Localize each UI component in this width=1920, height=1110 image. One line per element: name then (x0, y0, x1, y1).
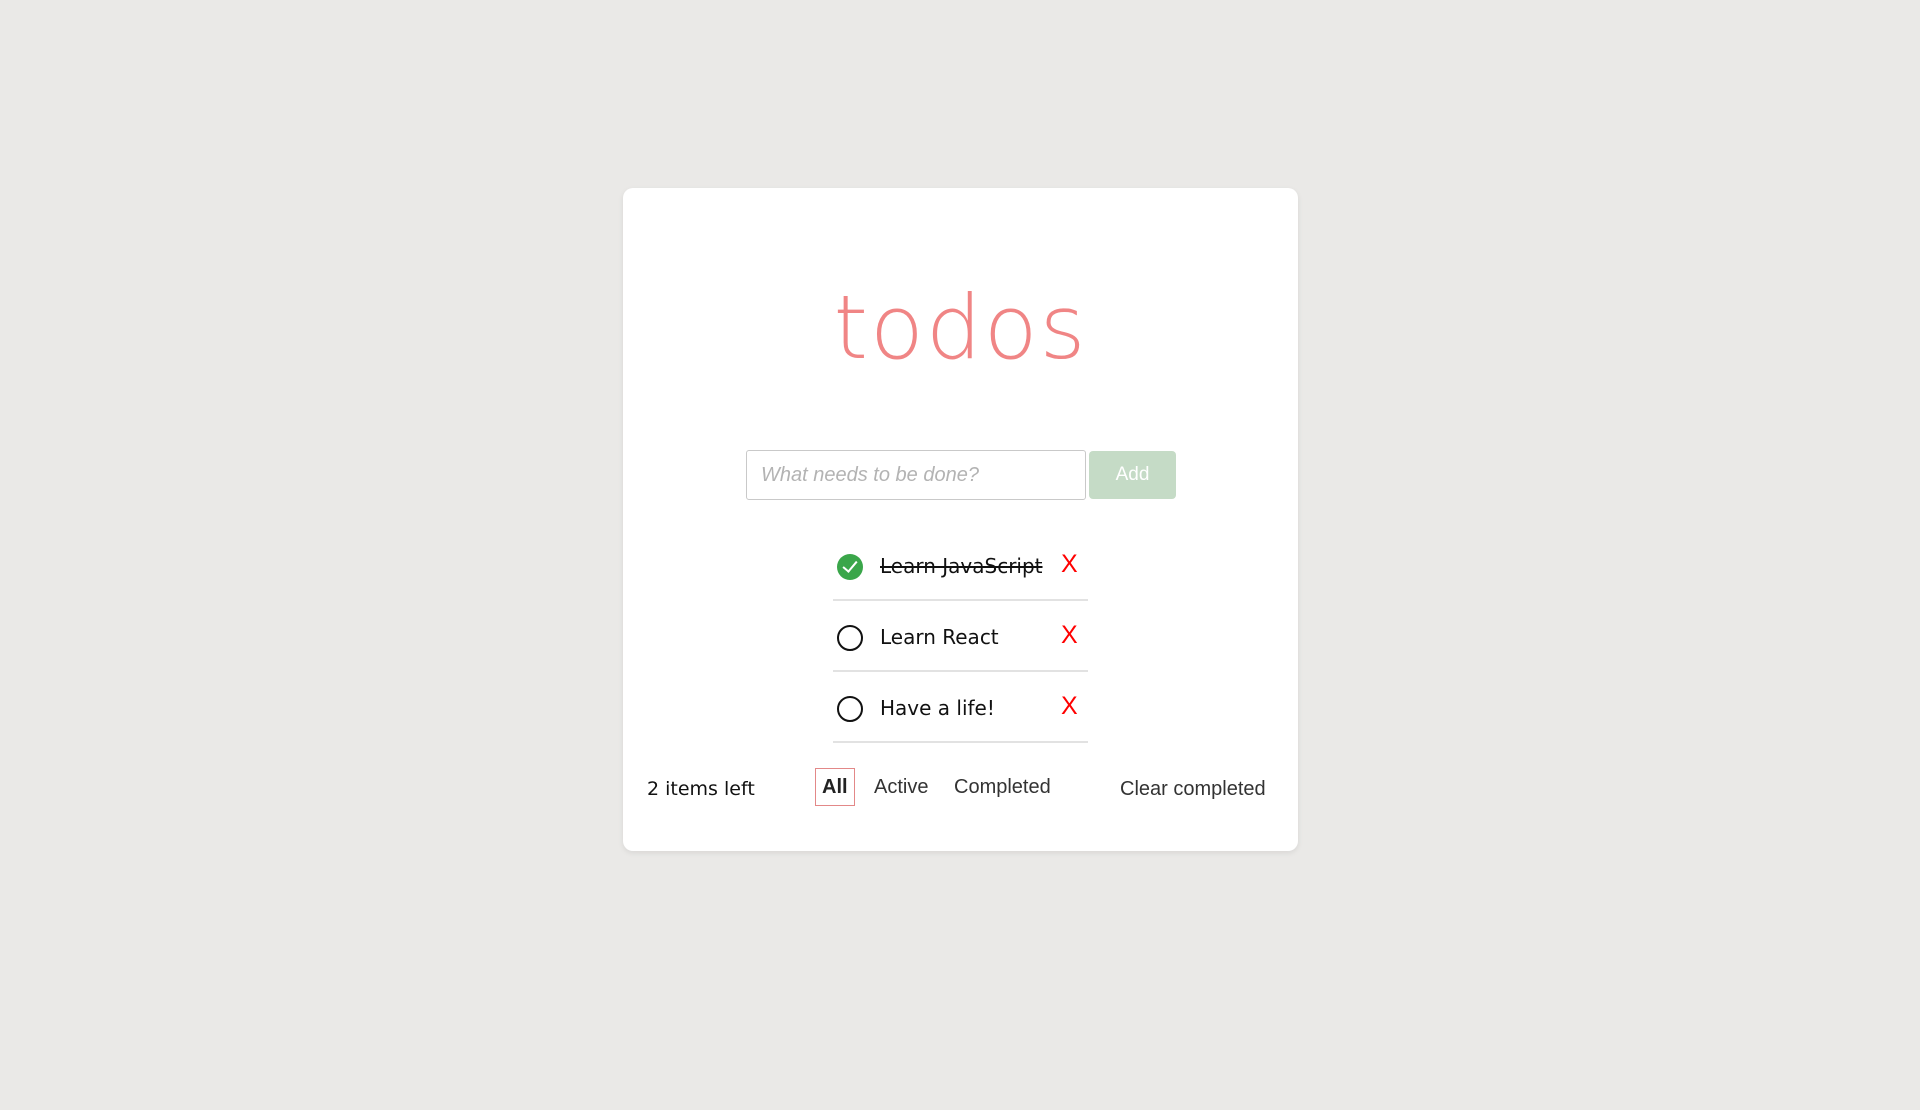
todo-footer: 2 items left All Active Completed Clear … (623, 768, 1298, 808)
empty-circle-icon[interactable] (837, 696, 863, 722)
new-todo-input[interactable] (746, 450, 1086, 500)
delete-button[interactable]: X (1061, 550, 1078, 579)
completed-check-icon[interactable] (837, 554, 863, 580)
todo-text[interactable]: Have a life! (880, 696, 995, 720)
delete-button[interactable]: X (1061, 692, 1078, 721)
filter-all[interactable]: All (815, 768, 855, 806)
todo-item: Learn React X (833, 601, 1088, 672)
filter-active[interactable]: Active (867, 768, 935, 806)
filter-completed[interactable]: Completed (947, 768, 1058, 806)
todo-list: Learn JavaScript X Learn React X Have a … (833, 530, 1088, 743)
todo-item: Have a life! X (833, 672, 1088, 743)
clear-completed-button[interactable]: Clear completed (1120, 778, 1266, 801)
todo-app-card: todos Add Learn JavaScript X Learn React… (623, 188, 1298, 851)
empty-circle-icon[interactable] (837, 625, 863, 651)
add-button[interactable]: Add (1089, 451, 1176, 499)
add-todo-form: Add (746, 450, 1176, 500)
todo-item: Learn JavaScript X (833, 530, 1088, 601)
items-left-count: 2 items left (647, 778, 755, 800)
app-title: todos (833, 276, 1088, 379)
todo-text[interactable]: Learn React (880, 625, 999, 649)
delete-button[interactable]: X (1061, 621, 1078, 650)
todo-text[interactable]: Learn JavaScript (880, 554, 1043, 578)
